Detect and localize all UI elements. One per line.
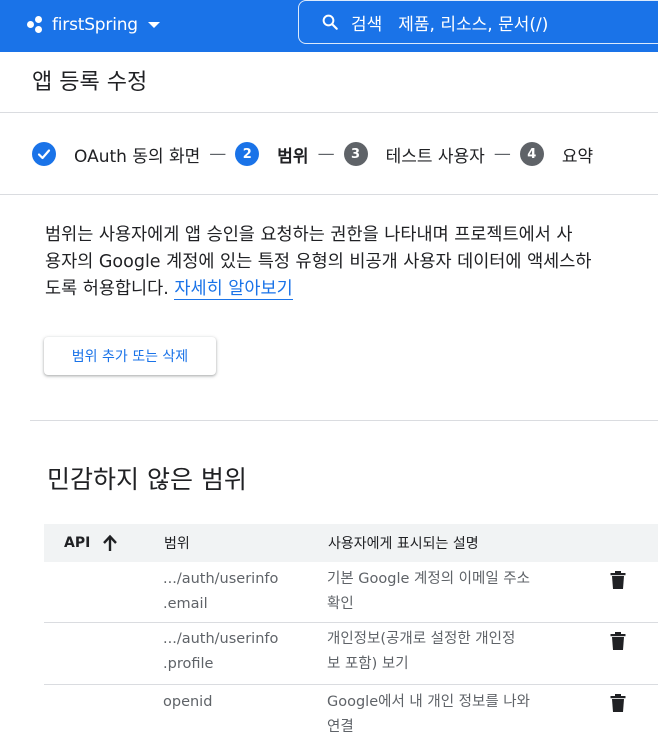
description-line: 개인정보(공개로 설정한 개인정 xyxy=(327,631,516,647)
scope-cell: .../auth/userinfo .email xyxy=(163,567,278,617)
project-name: firstSpring xyxy=(52,15,138,35)
stepper: OAuth 동의 화면 — 2 범위 — 3 테스트 사용자 — 4 요약 xyxy=(32,140,593,168)
description-line: 연결 xyxy=(327,719,354,735)
user-facing-description: Google에서 내 개인 정보를 나와 연결 xyxy=(327,690,530,740)
description-column-header: 사용자에게 표시되는 설명 xyxy=(328,536,479,552)
step-label: 테스트 사용자 xyxy=(385,146,485,167)
delete-icon[interactable] xyxy=(610,571,626,589)
check-circle-icon xyxy=(32,142,56,166)
step-separator: — xyxy=(209,144,227,164)
learn-more-link[interactable]: 자세히 알아보기 xyxy=(174,279,293,300)
project-selector[interactable]: firstSpring xyxy=(26,11,160,39)
scope-cell: openid xyxy=(163,690,212,715)
description-line: 용자의 Google 계정에 있는 특정 유형의 비공개 사용자 데이터에 액세… xyxy=(45,252,592,272)
title-divider xyxy=(0,112,658,113)
project-dots-icon xyxy=(26,15,46,35)
table-header: API 범위 사용자에게 표시되는 설명 xyxy=(44,524,658,562)
delete-icon[interactable] xyxy=(610,694,626,712)
scope-column-header: 범위 xyxy=(164,536,190,552)
scope-line: .../auth/userinfo xyxy=(163,631,279,647)
search-bar[interactable]: 검색 제품, 리소스, 문서(/) xyxy=(298,0,658,44)
scopes-description: 범위는 사용자에게 앱 승인을 요청하는 권한을 나타내며 프로젝트에서 사 용… xyxy=(45,222,658,303)
scope-line: openid xyxy=(163,694,213,710)
scope-line: .profile xyxy=(163,656,214,672)
arrow-up-icon xyxy=(103,534,118,551)
description-line: 보 포함) 보기 xyxy=(327,656,409,672)
scope-line: .../auth/userinfo xyxy=(163,571,279,587)
api-column-header[interactable]: API xyxy=(64,524,118,562)
table-row: openid Google에서 내 개인 정보를 나와 연결 xyxy=(44,685,658,745)
search-icon xyxy=(322,14,338,30)
step-number: 2 xyxy=(235,142,260,166)
step-summary[interactable]: 4 요약 xyxy=(519,142,594,167)
description-line: 확인 xyxy=(327,596,354,612)
step-label: 범위 xyxy=(277,146,309,167)
top-app-bar: firstSpring 검색 제품, 리소스, 문서(/) xyxy=(0,0,658,52)
step-oauth-consent[interactable]: OAuth 동의 화면 xyxy=(32,142,200,167)
delete-icon[interactable] xyxy=(610,632,626,650)
step-scopes[interactable]: 2 범위 xyxy=(235,142,309,167)
step-separator: — xyxy=(317,144,335,164)
table-row: .../auth/userinfo .profile 개인정보(공개로 설정한 … xyxy=(44,623,658,685)
description-text: 도록 허용합니다. xyxy=(45,279,169,299)
search-placeholder: 제품, 리소스, 문서(/) xyxy=(398,14,549,35)
user-facing-description: 기본 Google 계정의 이메일 주소 확인 xyxy=(327,567,530,617)
description-line: 기본 Google 계정의 이메일 주소 xyxy=(327,571,530,587)
step-label: OAuth 동의 화면 xyxy=(74,146,201,167)
stepper-divider xyxy=(0,194,658,195)
step-number: 4 xyxy=(519,142,544,166)
step-test-users[interactable]: 3 테스트 사용자 xyxy=(343,142,485,167)
table-row: .../auth/userinfo .email 기본 Google 계정의 이… xyxy=(44,562,658,623)
step-separator: — xyxy=(493,144,511,164)
description-line: Google에서 내 개인 정보를 나와 xyxy=(327,694,530,710)
step-number: 3 xyxy=(343,142,368,166)
step-label: 요약 xyxy=(561,146,594,167)
section-divider xyxy=(30,420,658,421)
description-line: 도록 허용합니다. 자세히 알아보기 xyxy=(45,276,658,303)
chevron-down-icon xyxy=(147,22,160,28)
scope-line: .email xyxy=(163,596,208,612)
page-title: 앱 등록 수정 xyxy=(32,70,148,95)
description-line: 범위는 사용자에게 앱 승인을 요청하는 권한을 나타내며 프로젝트에서 사 xyxy=(45,225,573,245)
add-remove-scopes-button[interactable]: 범위 추가 또는 삭제 xyxy=(44,337,216,375)
search-label: 검색 xyxy=(351,14,383,35)
section-title: 민감하지 않은 범위 xyxy=(47,465,247,494)
column-label: API xyxy=(64,535,91,551)
user-facing-description: 개인정보(공개로 설정한 개인정 보 포함) 보기 xyxy=(327,627,515,677)
scope-cell: .../auth/userinfo .profile xyxy=(163,627,278,677)
